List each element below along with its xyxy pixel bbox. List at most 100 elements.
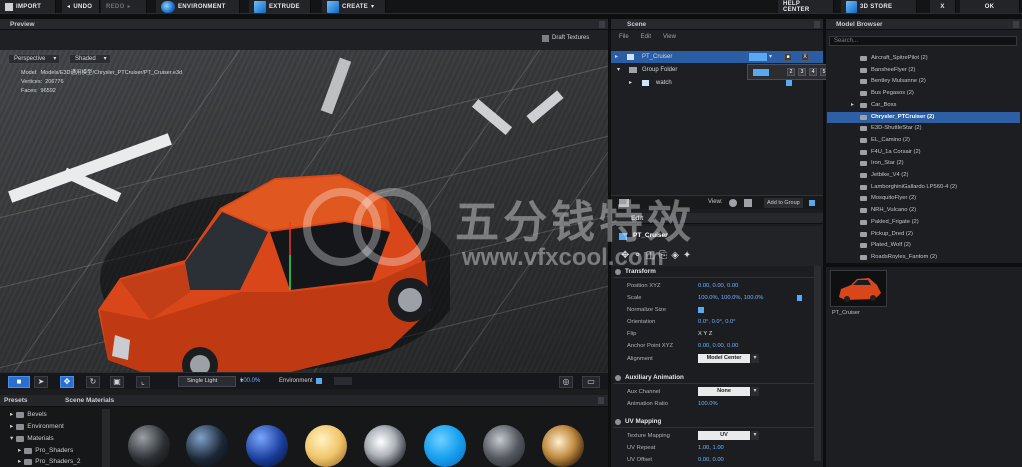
- model-list-item[interactable]: F4U_1a Corsair (2): [827, 147, 1020, 159]
- panel-corner-icon[interactable]: [814, 21, 820, 28]
- environment-checkbox[interactable]: [316, 378, 322, 384]
- panel-corner-icon[interactable]: [1013, 21, 1019, 28]
- material-swatch[interactable]: [483, 425, 525, 467]
- orientation-value[interactable]: 0.0°, 0.0°, 0.0°: [698, 316, 736, 328]
- shading-mode-dropdown[interactable]: Shaded: [69, 54, 111, 64]
- model-list-item[interactable]: MosquitoFlyer (2): [827, 193, 1020, 205]
- animation-ratio-value[interactable]: 100.0%: [698, 398, 718, 410]
- menu-view[interactable]: View: [663, 32, 676, 43]
- panel-corner-icon[interactable]: [599, 21, 605, 28]
- layer-2-button[interactable]: 2: [787, 68, 795, 76]
- alignment-dropdown[interactable]: Model Center: [698, 354, 759, 363]
- lock-icon[interactable]: [797, 295, 802, 301]
- anchor-tool-icon[interactable]: ⌞: [136, 376, 150, 388]
- uv-offset-value[interactable]: 0.00, 0.00: [698, 454, 724, 466]
- uv-mapping-header[interactable]: UV Mapping: [613, 416, 819, 428]
- model-list-item[interactable]: E3D-ShuttleStar (2): [827, 123, 1020, 135]
- material-swatch[interactable]: [186, 425, 228, 467]
- model-list-item[interactable]: Aircraft_SpitrePilot (2): [827, 53, 1020, 65]
- layer-3-button[interactable]: 3: [798, 68, 806, 76]
- browser-divider[interactable]: [826, 263, 1022, 267]
- import-button[interactable]: IMPORT: [0, 0, 56, 13]
- texture-mapping-dropdown[interactable]: UV: [698, 431, 759, 440]
- tree-item-bevels[interactable]: ▸ Bevels: [10, 409, 47, 420]
- ok-button[interactable]: OK: [960, 0, 1020, 13]
- menu-edit[interactable]: Edit: [641, 32, 651, 43]
- tree-item-pro-shaders-2[interactable]: ▸ Pro_Shaders_2: [18, 456, 80, 467]
- model-search-input[interactable]: Search...: [829, 36, 1017, 46]
- close-button[interactable]: X: [930, 0, 956, 13]
- model-list-item[interactable]: Bus Pegasos (2): [827, 88, 1020, 100]
- add-to-group-button[interactable]: Add to Group: [764, 198, 803, 208]
- visibility-toggle[interactable]: [749, 53, 767, 61]
- anchor-value[interactable]: 0.00, 0.00, 0.00: [698, 340, 738, 352]
- layer-4-button[interactable]: 4: [809, 68, 817, 76]
- model-list-item[interactable]: Jetbike_V4 (2): [827, 170, 1020, 182]
- import-icon: [5, 2, 13, 11]
- flip-value[interactable]: X Y Z: [698, 328, 712, 340]
- select-tool-icon[interactable]: ➤: [34, 376, 48, 388]
- environment-button[interactable]: ENVIRONMENT: [156, 0, 240, 13]
- draft-textures-checkbox[interactable]: [542, 35, 549, 42]
- model-list-item[interactable]: Plated_Wolf (2): [827, 240, 1020, 252]
- model-list-item[interactable]: BansheeFlyer (2): [827, 65, 1020, 77]
- camera-tool-icon[interactable]: ■: [8, 376, 30, 388]
- redo-button[interactable]: REDO ▸: [101, 0, 147, 13]
- chevron-down-icon[interactable]: ▾: [769, 51, 772, 63]
- uv-repeat-value[interactable]: 1.00, 1.00: [698, 442, 724, 454]
- material-swatch[interactable]: [424, 425, 466, 467]
- screen-icon[interactable]: ▭: [582, 376, 600, 388]
- material-swatch[interactable]: [305, 425, 347, 467]
- material-swatch[interactable]: [246, 425, 288, 467]
- model-list-item[interactable]: EL_Camino (2): [827, 135, 1020, 147]
- view-mode-dropdown[interactable]: Perspective: [8, 54, 61, 64]
- tree-item-materials[interactable]: ▾ Materials: [10, 433, 54, 444]
- material-swatch[interactable]: [364, 425, 406, 467]
- undo-button[interactable]: ◂ UNDO: [62, 0, 100, 13]
- tree-item-environment[interactable]: ▸ Environment: [10, 421, 64, 432]
- environment-slider[interactable]: [334, 377, 352, 385]
- view-icon[interactable]: [729, 199, 737, 207]
- tree-scrollbar[interactable]: [102, 409, 110, 467]
- layer-1-button[interactable]: [753, 69, 769, 76]
- add-to-group-checkbox[interactable]: [809, 200, 815, 206]
- model-list-item[interactable]: Iron_Star (2): [827, 158, 1020, 170]
- tab-presets[interactable]: Presets: [4, 395, 28, 407]
- extrude-button[interactable]: EXTRUDE: [249, 0, 311, 13]
- menu-file[interactable]: File: [619, 32, 629, 43]
- edit-scrollbar[interactable]: [814, 266, 821, 461]
- scale-value[interactable]: 100.0%, 100.0%, 100.0%: [698, 292, 763, 304]
- model-list-item[interactable]: NRH_Vulcano (2): [827, 205, 1020, 217]
- aux-channel-dropdown[interactable]: None: [698, 387, 759, 396]
- auxiliary-animation-header[interactable]: Auxiliary Animation: [613, 372, 819, 384]
- normalize-size-checkbox[interactable]: [698, 307, 704, 313]
- model-list-item[interactable]: LamborghiniGallardo LP560-4 (2): [827, 182, 1020, 194]
- visibility-checkbox[interactable]: [786, 80, 792, 86]
- delete-x-button[interactable]: X: [801, 53, 809, 61]
- scene-item-pt-cruiser[interactable]: ▸ PT_Cruiser ▾ ■ X: [611, 51, 823, 63]
- create-button[interactable]: CREATE ▾: [322, 0, 386, 13]
- rotate-tool-icon[interactable]: ↻: [86, 376, 100, 388]
- light-mode-dropdown[interactable]: Single Light ▾: [178, 376, 243, 387]
- position-value[interactable]: 0.00, 0.00, 0.00: [698, 280, 738, 292]
- help-center-button[interactable]: HELP CENTER: [778, 0, 834, 13]
- model-list-item[interactable]: Pakled_Frigate (2): [827, 217, 1020, 229]
- panel-corner-icon[interactable]: [598, 397, 604, 404]
- model-list-item[interactable]: RoadsRoyles_Fantom (2): [827, 252, 1020, 264]
- lock-button[interactable]: ■: [784, 53, 792, 61]
- material-swatch[interactable]: [128, 425, 170, 467]
- tab-scene-materials[interactable]: Scene Materials: [65, 395, 114, 407]
- material-swatch[interactable]: [542, 425, 584, 467]
- model-list-item[interactable]: ▸ Car_Boss: [827, 100, 1020, 112]
- model-list-item[interactable]: Chrysler_PTCruiser (2): [827, 111, 1020, 124]
- model-list-item[interactable]: Bentley Mulsanne (2): [827, 76, 1020, 88]
- tree-item-pro-shaders[interactable]: ▸ Pro_Shaders: [18, 445, 73, 456]
- 3d-store-button[interactable]: 3D STORE: [841, 0, 917, 13]
- move-tool-icon[interactable]: ✥: [60, 376, 74, 388]
- expand-arrow-icon[interactable]: ▸: [851, 100, 854, 112]
- model-list-item[interactable]: Pickup_Dred (2): [827, 229, 1020, 241]
- grid-icon[interactable]: [744, 199, 752, 207]
- scale-tool-icon[interactable]: ▣: [110, 376, 124, 388]
- target-icon[interactable]: ◎: [559, 376, 573, 388]
- model-thumbnail[interactable]: [830, 270, 887, 307]
